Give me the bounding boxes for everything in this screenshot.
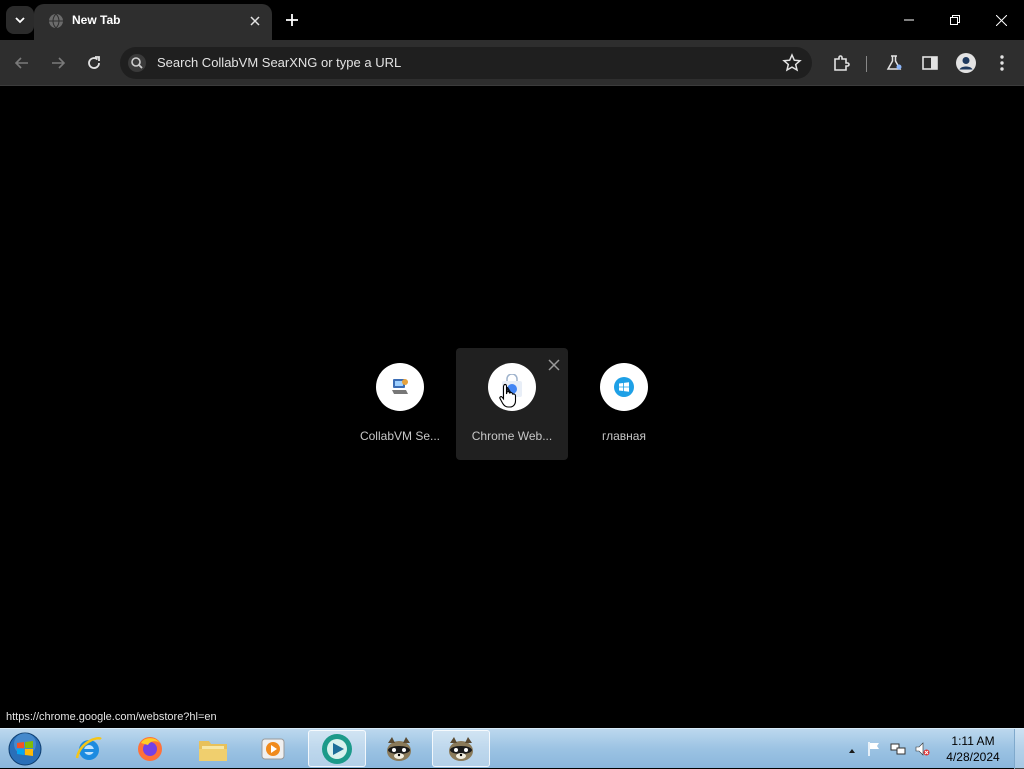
show-desktop-button[interactable] [1014,729,1024,769]
side-panel-icon [922,56,938,70]
internet-explorer-icon [75,736,102,760]
side-panel-button[interactable] [915,48,945,78]
tab-new-tab[interactable]: New Tab [34,4,272,40]
new-tab-page: CollabVM Se... Chrome Web... главная htt… [0,87,1024,728]
taskbar-chrome-active[interactable] [308,730,366,767]
raccoon-icon [449,736,473,761]
collabvm-icon [392,379,408,394]
close-window-button[interactable] [978,0,1024,40]
shortcut-collabvm[interactable]: CollabVM Se... [344,348,456,460]
remove-shortcut-icon[interactable] [546,357,562,373]
taskbar-firefox[interactable] [121,730,179,767]
flask-icon [886,55,902,70]
status-bubble-url: https://chrome.google.com/webstore?hl=en [0,709,223,728]
tab-strip: New Tab [0,0,1024,40]
labs-button[interactable] [879,48,909,78]
start-button[interactable] [6,731,44,767]
shortcut-label: Chrome Web... [471,429,553,443]
close-icon [995,14,1007,26]
toolbar-separator [866,56,867,72]
taskbar-internet-explorer[interactable] [60,730,118,767]
clock-date: 4/28/2024 [946,750,1000,764]
omnibox-placeholder: Search CollabVM SearXNG or type a URL [157,55,402,70]
extensions-button[interactable] [826,48,856,78]
kebab-menu-icon [1000,55,1004,71]
firefox-icon [138,736,162,761]
chevron-down-icon [15,17,25,24]
windows-logo-icon [614,377,634,397]
omnibox[interactable]: Search CollabVM SearXNG or type a URL [120,47,812,79]
searxng-icon [128,54,146,72]
shortcut-label: CollabVM Se... [359,429,441,443]
clock-time: 1:11 AM [951,734,995,748]
taskbar-file-explorer[interactable] [184,730,242,767]
tab-title: New Tab [72,13,121,27]
new-tab-button[interactable] [280,8,304,32]
minimize-icon [904,19,914,21]
reload-icon [88,56,100,69]
star-icon[interactable] [782,53,802,73]
profile-button[interactable] [951,48,981,78]
tab-search-button[interactable] [6,6,34,34]
puzzle-icon [834,55,850,71]
taskbar-raccoon-app-2[interactable] [432,730,490,767]
shortcut-icon-circle [376,363,424,411]
minimize-button[interactable] [886,0,932,40]
taskbar-clock[interactable]: 1:11 AM 4/28/2024 [940,733,1006,765]
network-icon[interactable] [890,741,906,757]
taskbar-raccoon-app-1[interactable] [370,730,428,767]
restore-button[interactable] [932,0,978,40]
tray-expand-icon[interactable] [844,743,860,759]
globe-icon [49,13,63,29]
shortcut-label: главная [602,429,646,443]
volume-muted-icon[interactable] [914,741,930,757]
hand-cursor-icon [499,383,517,408]
arrow-left-icon [14,57,28,69]
back-button[interactable] [7,48,37,78]
menu-button[interactable] [987,48,1017,78]
close-icon [250,16,260,26]
media-player-icon [261,738,285,759]
reload-button[interactable] [79,48,109,78]
taskbar-media-player[interactable] [244,730,302,767]
shortcut-icon-circle [600,363,648,411]
flag-icon[interactable] [866,741,882,757]
restore-icon [950,15,960,25]
arrow-right-icon [52,57,66,69]
browser-toolbar: Search CollabVM SearXNG or type a URL [0,40,1024,86]
folder-icon [199,740,227,761]
taskbar: 1:11 AM 4/28/2024 [0,728,1024,769]
browser-app-icon [322,733,352,764]
person-icon [956,53,976,73]
plus-icon [286,14,298,26]
forward-button[interactable] [43,48,73,78]
shortcut-glavnaya[interactable]: главная [568,348,680,460]
windows-start-orb-icon [8,732,42,766]
tab-close-button[interactable] [244,10,266,32]
raccoon-icon [387,736,411,761]
